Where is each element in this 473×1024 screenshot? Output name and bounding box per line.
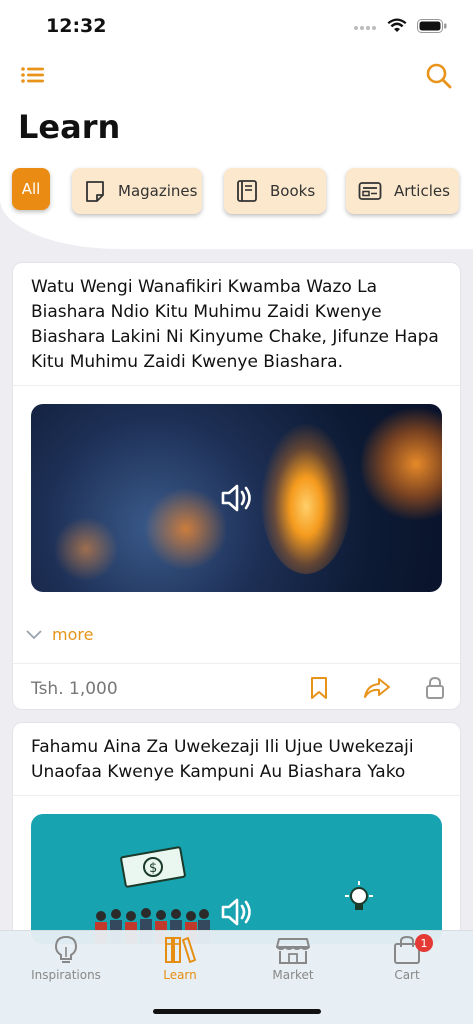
home-indicator	[153, 1009, 321, 1014]
header-background	[0, 54, 473, 249]
lightbulb-icon	[54, 935, 78, 963]
tab-label: Learn	[163, 968, 197, 982]
filter-chip-label: Books	[270, 182, 316, 200]
filter-chip-books[interactable]: Books	[224, 168, 326, 214]
filter-chip-label: Magazines	[118, 182, 198, 200]
lock-icon[interactable]	[425, 676, 445, 700]
more-label: more	[52, 625, 94, 644]
article-icon	[358, 182, 382, 200]
wifi-icon	[387, 18, 407, 32]
tab-cart[interactable]: 1 Cart	[357, 931, 457, 991]
page-title: Learn	[18, 108, 121, 146]
magazine-icon	[86, 181, 104, 202]
bulb-glow	[361, 404, 442, 524]
lightbulb-illustration	[345, 881, 373, 910]
card-thumbnail[interactable]	[31, 404, 442, 592]
cart-badge: 1	[415, 934, 433, 952]
more-toggle[interactable]: more	[13, 606, 460, 664]
tab-market[interactable]: Market	[243, 931, 343, 991]
article-card[interactable]: Watu Wengi Wanafikiri Kwamba Wazo La Bia…	[12, 262, 461, 710]
bookmark-icon[interactable]	[310, 676, 328, 700]
status-time: 12:32	[46, 15, 107, 37]
card-title: Watu Wengi Wanafikiri Kwamba Wazo La Bia…	[13, 263, 460, 386]
tab-inspirations[interactable]: Inspirations	[16, 931, 116, 991]
store-icon	[276, 938, 310, 964]
speaker-icon[interactable]	[220, 483, 254, 513]
share-icon[interactable]	[363, 676, 391, 700]
card-title: Fahamu Aina Za Uwekezaji Ili Ujue Uwekez…	[13, 723, 460, 796]
tab-label: Cart	[394, 968, 420, 982]
filter-chip-magazines[interactable]: Magazines	[72, 168, 202, 214]
battery-icon	[417, 19, 447, 33]
price-label: Tsh. 1,000	[31, 679, 118, 699]
status-bar: 12:32	[0, 0, 473, 54]
bulb-glow	[141, 484, 231, 574]
status-icons	[353, 18, 447, 34]
chevron-down-icon	[26, 629, 42, 639]
speaker-icon[interactable]	[220, 897, 254, 927]
tab-label: Inspirations	[31, 968, 101, 982]
filter-chip-label: Articles	[394, 182, 450, 200]
bulb-glow	[261, 424, 351, 574]
filter-chip-all[interactable]: All	[12, 168, 50, 210]
money-illustration: $	[120, 846, 186, 888]
tab-label: Market	[272, 968, 314, 982]
search-icon[interactable]	[425, 62, 453, 90]
card-footer: Tsh. 1,000	[13, 664, 460, 709]
filter-chip-label: All	[21, 180, 41, 198]
filter-chip-articles[interactable]: Articles	[346, 168, 459, 214]
tab-learn[interactable]: Learn	[130, 931, 230, 991]
svg-text:$: $	[149, 861, 157, 876]
list-menu-icon[interactable]	[20, 62, 46, 88]
library-icon	[165, 937, 196, 963]
bulb-glow	[51, 514, 121, 584]
book-icon	[237, 180, 257, 202]
signal-icon	[354, 26, 376, 30]
card-thumbnail[interactable]: $	[31, 814, 442, 944]
